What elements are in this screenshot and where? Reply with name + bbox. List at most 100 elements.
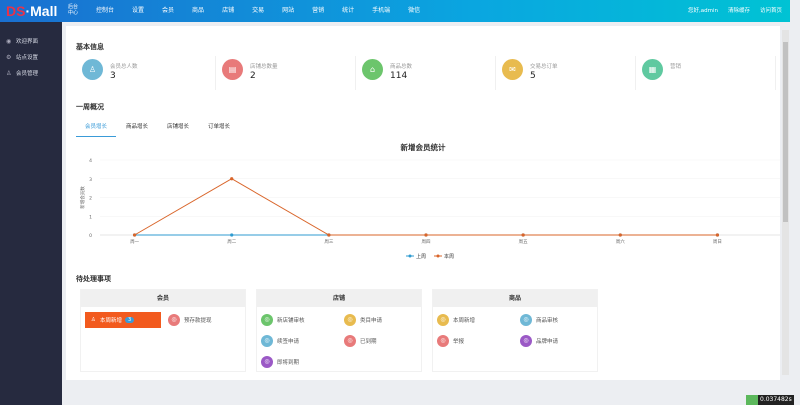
pending-item[interactable]: ◎ 新店铺审核 <box>261 314 305 326</box>
pending-item-label: 新店铺审核 <box>277 318 305 324</box>
x-tick-label: 周二 <box>227 239 236 245</box>
sidebar-item-site-settings[interactable]: ⚙ 站点设置 <box>0 50 62 64</box>
pending-item-icon: ◎ <box>437 335 449 347</box>
tab-1[interactable]: 商品增长 <box>117 122 157 137</box>
user-icon: ♙ <box>82 59 103 80</box>
y-tick-label: 1 <box>89 214 92 220</box>
sidebar-item-welcome[interactable]: ◉ 欢迎界面 <box>0 34 62 48</box>
pending-group-title: 会员 <box>81 290 245 307</box>
data-point <box>521 233 525 237</box>
nav-item[interactable]: 商品 <box>192 0 204 22</box>
tab-0[interactable]: 会员增长 <box>76 122 116 137</box>
logo[interactable]: DS·Mall <box>6 3 57 19</box>
stat-value: 2 <box>250 71 256 81</box>
pending-item-label: 商品审核 <box>536 318 559 324</box>
data-point <box>230 177 234 181</box>
stat-value: 114 <box>390 71 408 81</box>
pending-item[interactable]: ◎ 类目申请 <box>344 314 382 326</box>
pending-item[interactable]: ◎ 品牌申请 <box>520 335 558 347</box>
nav-item[interactable]: 手机端 <box>372 0 390 22</box>
nav-item[interactable]: 营销 <box>312 0 324 22</box>
pending-item[interactable]: ◎ 本周新增 <box>437 314 475 326</box>
tab-2[interactable]: 店铺增长 <box>158 122 198 137</box>
chart-title: 新增会员统计 <box>401 142 446 152</box>
nav-item[interactable]: 统计 <box>342 0 354 22</box>
pending-item-icon: ◎ <box>520 335 532 347</box>
order-icon: ✉ <box>502 59 523 80</box>
stat-card[interactable]: ▤ 店铺总数量 2 <box>216 56 356 90</box>
pending-group: 店铺 ◎ 新店铺审核 ◎ 类目申请 ◎ 续签申请 ◎ 已到期 ◎ 即将到期 <box>256 289 422 372</box>
legend-marker <box>408 254 412 258</box>
legend-label[interactable]: 本周 <box>444 253 454 260</box>
visit-home-link[interactable]: 访问首页 <box>760 0 782 22</box>
pending-item-icon: ◎ <box>261 314 273 326</box>
pending-item-label: 举报 <box>453 339 465 345</box>
y-tick-label: 2 <box>89 196 92 202</box>
pending-item[interactable]: ◎ 商品审核 <box>520 314 558 326</box>
stat-label: 会员总人数 <box>110 64 138 70</box>
tab-3[interactable]: 订单增长 <box>199 122 239 137</box>
pending-item-label: 续签申请 <box>277 339 300 345</box>
pending-item-icon: ◎ <box>344 335 356 347</box>
nav-item[interactable]: 微信 <box>408 0 420 22</box>
pending-item-icon: ◎ <box>261 335 273 347</box>
user-icon: ♙ <box>91 317 96 323</box>
stat-cards: ♙ 会员总人数 3 ▤ 店铺总数量 2 ⌂ 商品总数 114 ✉ 交易总订单 5 ▦ 营销 <box>76 56 776 90</box>
pending-item-icon: ◎ <box>520 314 532 326</box>
y-tick-label: 0 <box>89 233 92 239</box>
pending-item[interactable]: ◎ 预存款提现 <box>168 314 212 326</box>
gear-icon: ⚙ <box>6 53 12 61</box>
legend-marker <box>436 254 440 258</box>
data-point <box>230 233 234 237</box>
timer-value: 0.037482s <box>758 395 794 405</box>
series-line-1 <box>134 178 718 236</box>
nav-item[interactable]: 控制台 <box>96 0 114 22</box>
pending-item-label: 预存款提现 <box>184 318 212 324</box>
pending-item-icon: ◎ <box>168 314 180 326</box>
nav-item[interactable]: 会员 <box>162 0 174 22</box>
user-icon: ♙ <box>6 69 12 77</box>
x-tick-label: 周六 <box>616 238 625 245</box>
logo-ds: DS <box>6 3 26 19</box>
stat-card[interactable]: ⌂ 商品总数 114 <box>356 56 496 90</box>
pending-item-icon: ◎ <box>344 314 356 326</box>
pending-item[interactable]: ◎ 举报 <box>437 335 464 347</box>
pending-item[interactable]: ◎ 续签申请 <box>261 335 299 347</box>
logo-mall: ·Mall <box>25 3 58 19</box>
nav-item[interactable]: 网站 <box>282 0 294 22</box>
pending-item-label: 本周新增 <box>453 318 476 324</box>
stat-label: 交易总订单 <box>530 64 558 70</box>
x-tick-label: 周四 <box>422 239 431 245</box>
gift-icon: ▦ <box>642 59 663 80</box>
store-icon: ▤ <box>222 59 243 80</box>
pending-group-title: 商品 <box>433 290 597 307</box>
stat-card[interactable]: ♙ 会员总人数 3 <box>76 56 216 90</box>
stat-card[interactable]: ▦ 营销 <box>636 56 776 90</box>
x-tick-label: 周五 <box>519 239 528 245</box>
vertical-scrollbar[interactable] <box>782 30 789 375</box>
basic-info-title: 基本信息 <box>76 43 104 51</box>
data-point <box>132 233 137 237</box>
pending-item-icon: ◎ <box>437 314 449 326</box>
nav-item[interactable]: 店铺 <box>222 0 234 22</box>
pending-item[interactable]: ◎ 已到期 <box>344 335 377 347</box>
nav-item[interactable]: 设置 <box>132 0 144 22</box>
pending-item[interactable]: ♙ 本周新增 3 <box>85 312 161 328</box>
pending-group: 会员 ♙ 本周新增 3 ◎ 预存款提现 <box>80 289 246 372</box>
bag-icon: ⌂ <box>362 59 383 80</box>
pending-item[interactable]: ◎ 即将到期 <box>261 356 299 368</box>
clear-cache-link[interactable]: 清除缓存 <box>728 0 750 22</box>
greeting[interactable]: 您好,admin <box>688 0 718 22</box>
stat-label: 店铺总数量 <box>250 64 278 70</box>
data-point <box>424 233 428 237</box>
top-nav: 控制台 设置 会员 商品 店铺 交易 网站 营销 统计 手机端 微信 <box>96 0 438 22</box>
x-tick-label: 周一 <box>130 239 139 245</box>
stat-value: 3 <box>110 71 116 81</box>
stat-card[interactable]: ✉ 交易总订单 5 <box>496 56 636 90</box>
nav-item[interactable]: 交易 <box>252 0 264 22</box>
leaf-icon <box>746 395 758 405</box>
sidebar-item-members[interactable]: ♙ 会员管理 <box>0 66 62 80</box>
top-header: DS·Mall 后台中心 控制台 设置 会员 商品 店铺 交易 网站 营销 统计 手机端 微信 您好… <box>0 0 790 22</box>
pending-item-label: 即将到期 <box>277 360 300 366</box>
legend-label[interactable]: 上周 <box>416 253 426 260</box>
